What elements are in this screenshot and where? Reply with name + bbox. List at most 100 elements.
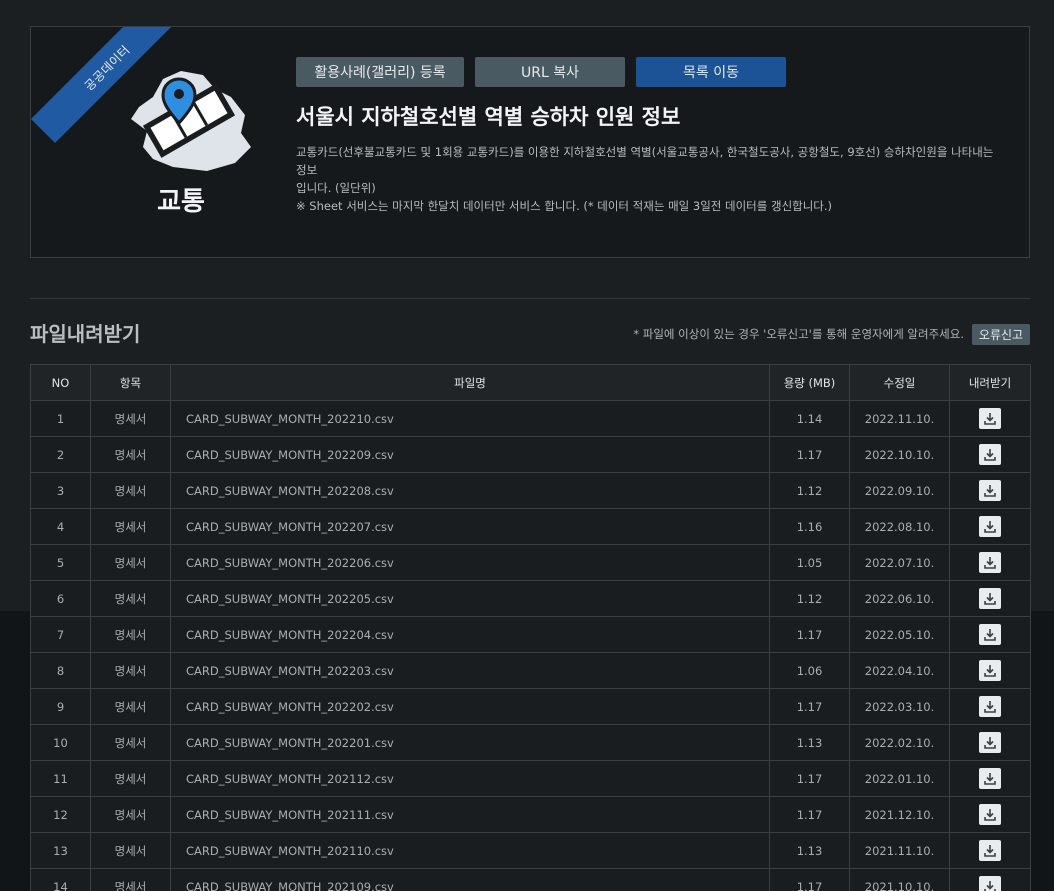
download-icon[interactable]	[979, 444, 1001, 465]
row-size: 1.06	[769, 652, 850, 689]
row-item: 명세서	[90, 652, 171, 689]
error-report-button[interactable]: 오류신고	[972, 324, 1030, 345]
row-filename: CARD_SUBWAY_MONTH_202202.csv	[170, 688, 770, 725]
column-header-modified: 수정일	[849, 364, 950, 401]
row-download-cell	[949, 508, 1031, 545]
download-icon[interactable]	[979, 876, 1001, 891]
row-filename: CARD_SUBWAY_MONTH_202209.csv	[170, 436, 770, 473]
download-icon[interactable]	[979, 480, 1001, 501]
row-download-cell	[949, 580, 1031, 617]
download-icon[interactable]	[979, 588, 1001, 609]
row-filename: CARD_SUBWAY_MONTH_202206.csv	[170, 544, 770, 581]
table-row: 4 명세서 CARD_SUBWAY_MONTH_202207.csv 1.16 2022…	[30, 508, 1031, 545]
gallery-register-button[interactable]: 활용사례(갤러리) 등록	[296, 57, 464, 87]
column-header-no: NO	[30, 364, 91, 401]
row-item: 명세서	[90, 616, 171, 653]
row-download-cell	[949, 832, 1031, 869]
row-item: 명세서	[90, 436, 171, 473]
row-filename: CARD_SUBWAY_MONTH_202201.csv	[170, 724, 770, 761]
row-download-cell	[949, 688, 1031, 725]
row-item: 명세서	[90, 760, 171, 797]
row-item: 명세서	[90, 472, 171, 509]
download-icon[interactable]	[979, 840, 1001, 861]
table-row: 2 명세서 CARD_SUBWAY_MONTH_202209.csv 1.17 2022…	[30, 436, 1031, 473]
table-row: 10 명세서 CARD_SUBWAY_MONTH_202201.csv 1.13 202…	[30, 724, 1031, 761]
table-row: 3 명세서 CARD_SUBWAY_MONTH_202208.csv 1.12 2022…	[30, 472, 1031, 509]
row-modified-date: 2022.01.10.	[849, 760, 950, 797]
row-size: 1.17	[769, 688, 850, 725]
row-size: 1.12	[769, 580, 850, 617]
download-icon[interactable]	[979, 768, 1001, 789]
row-no: 7	[30, 616, 91, 653]
row-modified-date: 2021.11.10.	[849, 832, 950, 869]
copy-url-button[interactable]: URL 복사	[475, 57, 625, 87]
table-row: 5 명세서 CARD_SUBWAY_MONTH_202206.csv 1.05 2022…	[30, 544, 1031, 581]
row-download-cell	[949, 760, 1031, 797]
row-size: 1.05	[769, 544, 850, 581]
row-filename: CARD_SUBWAY_MONTH_202109.csv	[170, 868, 770, 891]
row-no: 5	[30, 544, 91, 581]
row-size: 1.16	[769, 508, 850, 545]
row-modified-date: 2021.10.10.	[849, 868, 950, 891]
description-note: ※ Sheet 서비스는 마지막 한달치 데이터만 서비스 합니다. (* 데이…	[296, 199, 833, 213]
row-filename: CARD_SUBWAY_MONTH_202203.csv	[170, 652, 770, 689]
row-item: 명세서	[90, 508, 171, 545]
row-item: 명세서	[90, 580, 171, 617]
table-row: 7 명세서 CARD_SUBWAY_MONTH_202204.csv 1.17 2022…	[30, 616, 1031, 653]
table-row: 14 명세서 CARD_SUBWAY_MONTH_202109.csv 1.17 202…	[30, 868, 1031, 891]
row-item: 명세서	[90, 796, 171, 833]
go-to-list-button[interactable]: 목록 이동	[636, 57, 786, 87]
row-no: 8	[30, 652, 91, 689]
row-download-cell	[949, 400, 1031, 437]
description-line: 교통카드(선후불교통카드 및 1회용 교통카드)를 이용한 지하철호선별 역별(…	[296, 145, 994, 177]
table-row: 11 명세서 CARD_SUBWAY_MONTH_202112.csv 1.17 202…	[30, 760, 1031, 797]
file-rows: 1 명세서 CARD_SUBWAY_MONTH_202210.csv 1.14 2022…	[30, 400, 1031, 891]
row-download-cell	[949, 472, 1031, 509]
row-size: 1.17	[769, 760, 850, 797]
row-modified-date: 2022.05.10.	[849, 616, 950, 653]
row-no: 12	[30, 796, 91, 833]
table-row: 1 명세서 CARD_SUBWAY_MONTH_202210.csv 1.14 2022…	[30, 400, 1031, 437]
download-icon[interactable]	[979, 624, 1001, 645]
row-item: 명세서	[90, 400, 171, 437]
column-header-item: 항목	[90, 364, 171, 401]
download-icon[interactable]	[979, 696, 1001, 717]
download-section-title: 파일내려받기	[30, 322, 141, 346]
download-icon[interactable]	[979, 804, 1001, 825]
row-filename: CARD_SUBWAY_MONTH_202112.csv	[170, 760, 770, 797]
transport-map-icon	[131, 71, 251, 171]
download-icon[interactable]	[979, 408, 1001, 429]
download-icon[interactable]	[979, 660, 1001, 681]
row-download-cell	[949, 616, 1031, 653]
row-modified-date: 2022.02.10.	[849, 724, 950, 761]
download-icon[interactable]	[979, 732, 1001, 753]
row-no: 11	[30, 760, 91, 797]
row-download-cell	[949, 724, 1031, 761]
dataset-description: 교통카드(선후불교통카드 및 1회용 교통카드)를 이용한 지하철호선별 역별(…	[296, 143, 996, 215]
row-no: 4	[30, 508, 91, 545]
download-icon[interactable]	[979, 516, 1001, 537]
row-no: 2	[30, 436, 91, 473]
row-item: 명세서	[90, 868, 171, 891]
dataset-title: 서울시 지하철호선별 역별 승하차 인원 정보	[296, 105, 681, 129]
row-no: 9	[30, 688, 91, 725]
row-item: 명세서	[90, 688, 171, 725]
table-row: 12 명세서 CARD_SUBWAY_MONTH_202111.csv 1.17 202…	[30, 796, 1031, 833]
row-size: 1.14	[769, 400, 850, 437]
row-no: 1	[30, 400, 91, 437]
row-size: 1.12	[769, 472, 850, 509]
row-modified-date: 2021.12.10.	[849, 796, 950, 833]
category-label: 교통	[157, 187, 205, 217]
row-modified-date: 2022.10.10.	[849, 436, 950, 473]
download-icon[interactable]	[979, 552, 1001, 573]
row-filename: CARD_SUBWAY_MONTH_202210.csv	[170, 400, 770, 437]
row-download-cell	[949, 868, 1031, 891]
table-header-row: NO 항목 파일명 용량 (MB) 수정일 내려받기	[30, 364, 1031, 401]
row-filename: CARD_SUBWAY_MONTH_202207.csv	[170, 508, 770, 545]
row-download-cell	[949, 652, 1031, 689]
error-report-notice: * 파일에 이상이 있는 경우 '오류신고'를 통해 운영자에게 알려주세요.	[633, 327, 964, 341]
row-download-cell	[949, 796, 1031, 833]
dataset-info-card: 공공데이터 교통 활용사례(갤러리) 등록 URL 복사 목록 이동 서울시 지…	[30, 26, 1030, 258]
row-filename: CARD_SUBWAY_MONTH_202204.csv	[170, 616, 770, 653]
row-size: 1.13	[769, 724, 850, 761]
